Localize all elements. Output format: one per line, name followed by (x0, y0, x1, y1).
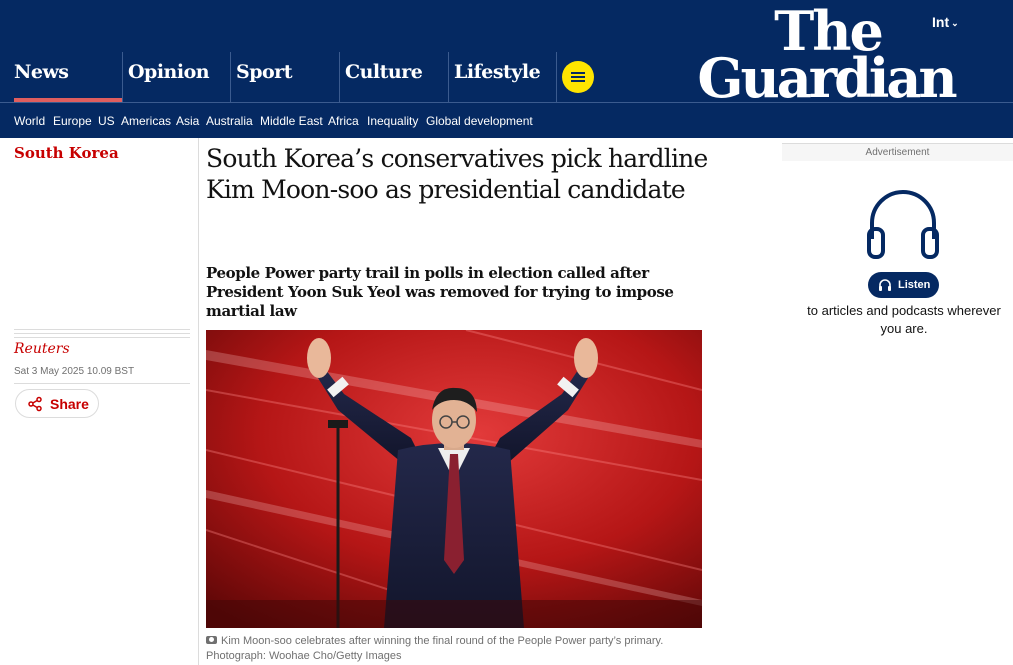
subnav-world[interactable]: World (14, 114, 45, 128)
menu-icon-bar (571, 80, 585, 82)
subnav-us[interactable]: US (98, 114, 115, 128)
pillar-news[interactable]: News (14, 52, 122, 102)
pillar-label: Lifestyle (454, 61, 541, 83)
menu-divider (556, 52, 557, 102)
menu-icon-bar (571, 76, 585, 78)
camera-icon (206, 636, 217, 644)
headphones-icon (879, 279, 891, 291)
subnav-americas[interactable]: Americas (121, 114, 171, 128)
menu-icon (571, 72, 585, 74)
section-tag[interactable]: South Korea (14, 144, 119, 162)
pillar-lifestyle[interactable]: Lifestyle (448, 52, 556, 102)
caption-text: Kim Moon-soo celebrates after winning th… (206, 635, 664, 662)
subnav-global-development[interactable]: Global development (426, 114, 533, 128)
subnav-africa[interactable]: Africa (328, 114, 359, 128)
pillar-label: Culture (345, 61, 423, 83)
share-icon (28, 396, 42, 412)
dateline: Sat 3 May 2025 10.09 BST (14, 366, 135, 377)
byline[interactable]: Reuters (14, 341, 70, 357)
subnav-australia[interactable]: Australia (206, 114, 253, 128)
guardian-logo[interactable]: The Guardian (697, 4, 959, 105)
logo-line-2: Guardian (697, 46, 957, 110)
meta-rule (14, 383, 190, 384)
pillar-label: News (14, 61, 69, 83)
advertisement-copy: to articles and podcasts wherever you ar… (807, 303, 1001, 336)
pillar-sport[interactable]: Sport (230, 52, 338, 102)
headphones-icon (867, 190, 939, 259)
listen-button[interactable]: Listen (868, 272, 939, 298)
pillar-label: Opinion (128, 61, 210, 83)
share-label: Share (50, 396, 89, 412)
subnav-asia[interactable]: Asia (176, 114, 199, 128)
column-divider (198, 138, 199, 665)
pillar-opinion[interactable]: Opinion (122, 52, 230, 102)
pillar-culture[interactable]: Culture (339, 52, 447, 102)
subnav-middle-east[interactable]: Middle East (260, 114, 323, 128)
photo-caption: Kim Moon-soo celebrates after winning th… (206, 634, 716, 664)
share-button[interactable]: Share (15, 389, 99, 418)
pillar-label: Sport (236, 61, 292, 83)
menu-button[interactable] (562, 61, 594, 93)
article-main-photo[interactable] (206, 330, 702, 628)
subnav-europe[interactable]: Europe (53, 114, 92, 128)
meta-divider (14, 329, 190, 341)
article-standfirst: People Power party trail in polls in ele… (206, 264, 674, 320)
subnav-divider (0, 102, 1013, 103)
article-headline: South Korea’s conservatives pick hardlin… (206, 144, 708, 204)
advertisement-label: Advertisement (782, 143, 1013, 161)
masthead: Int ⌄ The Guardian News Opinion Sport Cul… (0, 0, 1013, 138)
listen-label: Listen (898, 279, 931, 291)
photo-illustration (206, 330, 702, 628)
subnav-inequality[interactable]: Inequality (367, 114, 418, 128)
